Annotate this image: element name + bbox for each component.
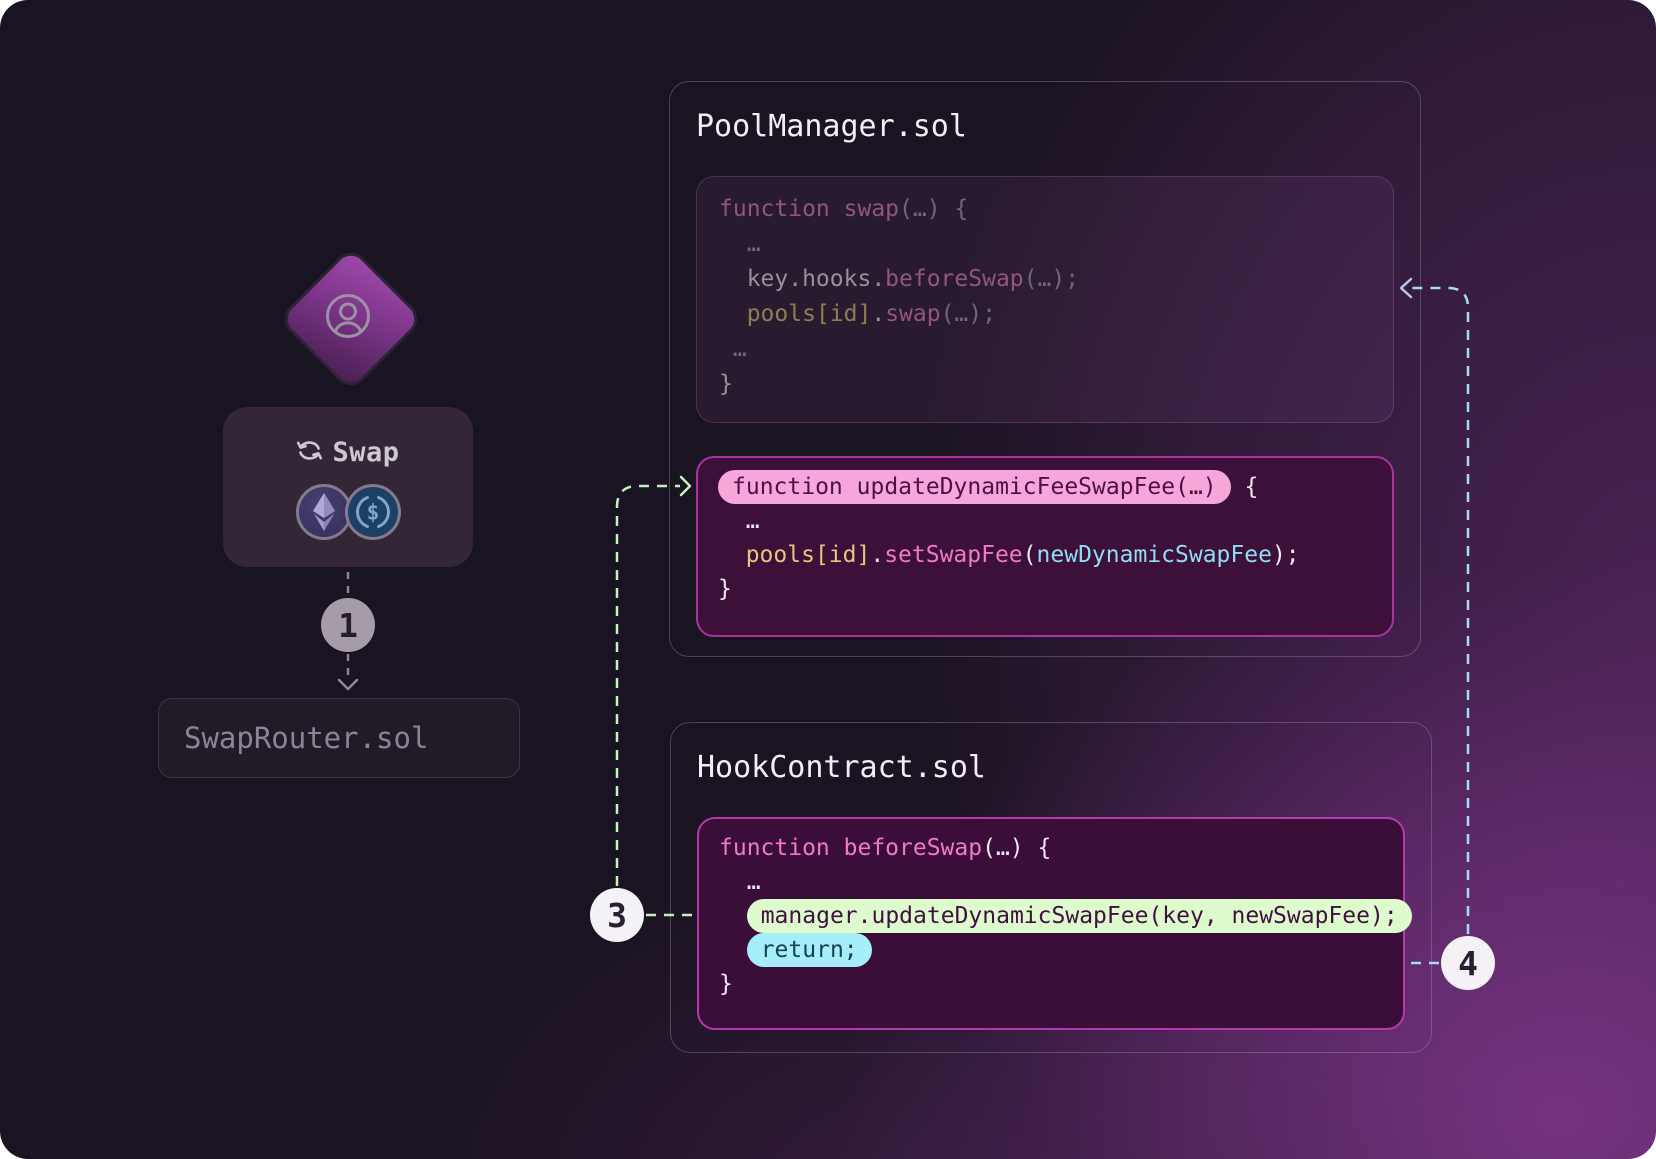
pool-manager-update-fee-code: function updateDynamicFeeSwapFee(…) { … … (696, 456, 1394, 637)
ethereum-coin-icon (296, 484, 352, 540)
arrow-down-icon (339, 680, 357, 689)
usd-coin-icon: $ (345, 484, 401, 540)
code-line: key.hooks.beforeSwap(…); (719, 261, 1371, 296)
code-line: } (719, 967, 1383, 1001)
token-pair: $ (296, 484, 401, 540)
step-badge-3: 3 (590, 888, 644, 942)
pool-manager-swap-code: function swap(…) { … key.hooks.beforeSwa… (696, 176, 1394, 423)
code-line: function swap(…) { (719, 191, 1371, 226)
swap-arrows-icon (296, 439, 323, 466)
code-line: } (718, 572, 1372, 606)
hook-contract-title: HookContract.sol (697, 749, 1405, 787)
code-line: manager.updateDynamicSwapFee(key, newSwa… (719, 899, 1383, 933)
code-line: } (719, 366, 1371, 401)
code-line: function updateDynamicFeeSwapFee(…) { (718, 470, 1372, 504)
step-badge-1: 1 (321, 598, 375, 652)
code-line: … (719, 226, 1371, 261)
step-badge-4: 4 (1441, 936, 1495, 990)
swap-action-card: Swap $ (223, 407, 473, 567)
swap-router-title: SwapRouter.sol (159, 721, 428, 755)
hook-contract-before-swap-code: function beforeSwap(…) { … manager.updat… (697, 817, 1405, 1030)
code-line: pools[id].setSwapFee(newDynamicSwapFee); (718, 538, 1372, 572)
code-line: … (719, 331, 1371, 366)
code-line: pools[id].swap(…); (719, 296, 1371, 331)
code-line: … (718, 504, 1372, 538)
code-line: return; (719, 933, 1383, 967)
code-line: function beforeSwap(…) { (719, 831, 1383, 865)
diagram-canvas: Swap $ SwapRouter.sol (0, 0, 1656, 1159)
swap-router-box: SwapRouter.sol (158, 698, 520, 778)
pool-manager-box: PoolManager.sol function swap(…) { … key… (669, 81, 1421, 657)
hook-contract-box: HookContract.sol function beforeSwap(…) … (670, 722, 1432, 1053)
user-avatar-icon (324, 292, 372, 340)
pool-manager-title: PoolManager.sol (696, 108, 1394, 146)
svg-text:$: $ (366, 501, 379, 525)
swap-label: Swap (332, 437, 399, 468)
code-line: … (719, 865, 1383, 899)
